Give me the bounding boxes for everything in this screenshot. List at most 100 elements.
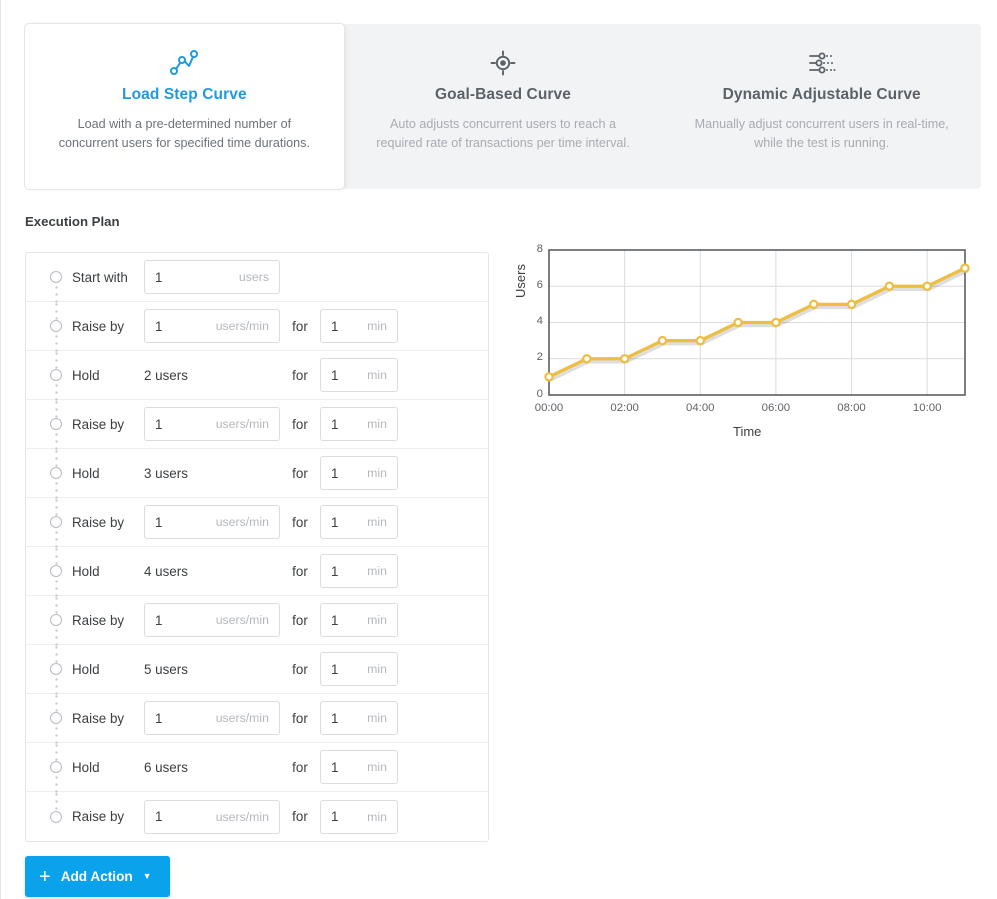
add-action-button[interactable]: + Add Action ▼ — [25, 856, 170, 897]
duration-input[interactable]: 1min — [320, 505, 398, 539]
connector-dots-up — [55, 693, 58, 712]
hold-users-value: 3 users — [144, 466, 280, 481]
users-input-value: 1 — [155, 809, 216, 824]
duration-input[interactable]: 1min — [320, 358, 398, 392]
duration-input[interactable]: 1min — [320, 309, 398, 343]
users-input[interactable]: 1users/min — [144, 701, 280, 735]
step-marker-icon[interactable] — [50, 565, 62, 577]
x-axis-tick-label: 04:00 — [675, 402, 725, 414]
duration-input[interactable]: 1min — [320, 800, 398, 834]
step-marker-icon[interactable] — [50, 811, 62, 823]
tab-description: Manually adjust concurrent users in real… — [680, 115, 963, 153]
for-label: for — [280, 417, 320, 432]
duration-input-unit: min — [367, 466, 387, 480]
users-input[interactable]: 1users — [144, 260, 280, 294]
duration-input-value: 1 — [331, 662, 367, 677]
tab-load-step-curve[interactable]: Load Step Curve Load with a pre-determin… — [25, 24, 344, 189]
duration-input[interactable]: 1min — [320, 701, 398, 735]
x-axis-tick-label: 00:00 — [524, 402, 574, 414]
for-label: for — [280, 809, 320, 824]
for-label: for — [280, 711, 320, 726]
duration-input-unit: min — [367, 417, 387, 431]
for-label: for — [280, 662, 320, 677]
hold-users-value: 4 users — [144, 564, 280, 579]
plan-row-operation-label: Raise by — [72, 711, 144, 726]
duration-input-unit: min — [367, 564, 387, 578]
connector-dots-up — [55, 350, 58, 369]
plan-row: Raise by1users/minfor1min — [26, 596, 488, 645]
data-point-marker — [772, 319, 779, 326]
for-label: for — [280, 613, 320, 628]
users-input-unit: users/min — [216, 613, 269, 627]
duration-input-unit: min — [367, 368, 387, 382]
page-title: Execution Plan — [25, 214, 120, 229]
duration-input-unit: min — [367, 613, 387, 627]
step-marker-icon[interactable] — [50, 761, 62, 773]
step-marker-icon[interactable] — [50, 516, 62, 528]
y-axis-tick-label: 0 — [523, 388, 543, 400]
users-input[interactable]: 1users/min — [144, 505, 280, 539]
duration-input-value: 1 — [331, 711, 367, 726]
step-marker-icon[interactable] — [50, 712, 62, 724]
chart-svg — [506, 240, 986, 450]
chart-x-axis-label: Time — [733, 424, 761, 439]
step-marker-icon[interactable] — [50, 614, 62, 626]
connector-dots-up — [55, 448, 58, 467]
step-node — [42, 498, 72, 547]
duration-input[interactable]: 1min — [320, 750, 398, 784]
step-marker-icon[interactable] — [50, 467, 62, 479]
duration-input[interactable]: 1min — [320, 652, 398, 686]
tab-title: Load Step Curve — [43, 86, 326, 104]
tab-title: Dynamic Adjustable Curve — [680, 86, 963, 104]
users-input[interactable]: 1users/min — [144, 603, 280, 637]
for-label: for — [280, 368, 320, 383]
plan-row-operation-label: Hold — [72, 662, 144, 677]
chart-y-axis-label: Users — [513, 264, 528, 298]
duration-input-value: 1 — [331, 319, 367, 334]
data-point-marker — [886, 283, 893, 290]
duration-input-value: 1 — [331, 368, 367, 383]
plan-row: Raise by1users/minfor1min — [26, 302, 488, 351]
duration-input[interactable]: 1min — [320, 603, 398, 637]
step-marker-icon[interactable] — [50, 271, 62, 283]
duration-input-unit: min — [367, 711, 387, 725]
users-input[interactable]: 1users/min — [144, 407, 280, 441]
duration-input-value: 1 — [331, 760, 367, 775]
duration-input[interactable]: 1min — [320, 456, 398, 490]
duration-input[interactable]: 1min — [320, 407, 398, 441]
x-axis-tick-label: 02:00 — [600, 402, 650, 414]
plan-row: Raise by1users/minfor1min — [26, 694, 488, 743]
step-node — [42, 253, 72, 302]
connector-dots-up — [55, 497, 58, 516]
step-marker-icon[interactable] — [50, 369, 62, 381]
y-axis-tick-label: 2 — [523, 351, 543, 363]
y-axis-tick-label: 8 — [523, 243, 543, 255]
connector-dots-up — [55, 595, 58, 614]
curve-type-tabs: Load Step Curve Load with a pre-determin… — [25, 24, 981, 189]
chevron-down-icon: ▼ — [143, 872, 152, 881]
plan-row: Raise by1users/minfor1min — [26, 498, 488, 547]
for-label: for — [280, 319, 320, 334]
step-marker-icon[interactable] — [50, 320, 62, 332]
step-marker-icon[interactable] — [50, 663, 62, 675]
x-axis-tick-label: 10:00 — [902, 402, 952, 414]
users-input-unit: users/min — [216, 417, 269, 431]
tab-description: Load with a pre-determined number of con… — [43, 115, 326, 153]
plan-row: Raise by1users/minfor1min — [26, 792, 488, 841]
execution-plan-list: Start with1usersRaise by1users/minfor1mi… — [25, 252, 489, 842]
plan-row-operation-label: Hold — [72, 368, 144, 383]
plan-row: Start with1users — [26, 253, 488, 302]
tab-goal-based-curve[interactable]: Goal-Based Curve Auto adjusts concurrent… — [344, 24, 663, 189]
duration-input-value: 1 — [331, 613, 367, 628]
users-input[interactable]: 1users/min — [144, 309, 280, 343]
connector-dots-up — [55, 399, 58, 418]
duration-input[interactable]: 1min — [320, 554, 398, 588]
step-marker-icon[interactable] — [50, 418, 62, 430]
tab-title: Goal-Based Curve — [362, 86, 645, 104]
plan-row: Hold4 usersfor1min — [26, 547, 488, 596]
duration-input-value: 1 — [331, 809, 367, 824]
users-input[interactable]: 1users/min — [144, 800, 280, 834]
page-root: Load Step Curve Load with a pre-determin… — [0, 0, 997, 899]
tab-dynamic-adjustable-curve[interactable]: Dynamic Adjustable Curve Manually adjust… — [662, 24, 981, 189]
add-action-label: Add Action — [61, 869, 133, 884]
